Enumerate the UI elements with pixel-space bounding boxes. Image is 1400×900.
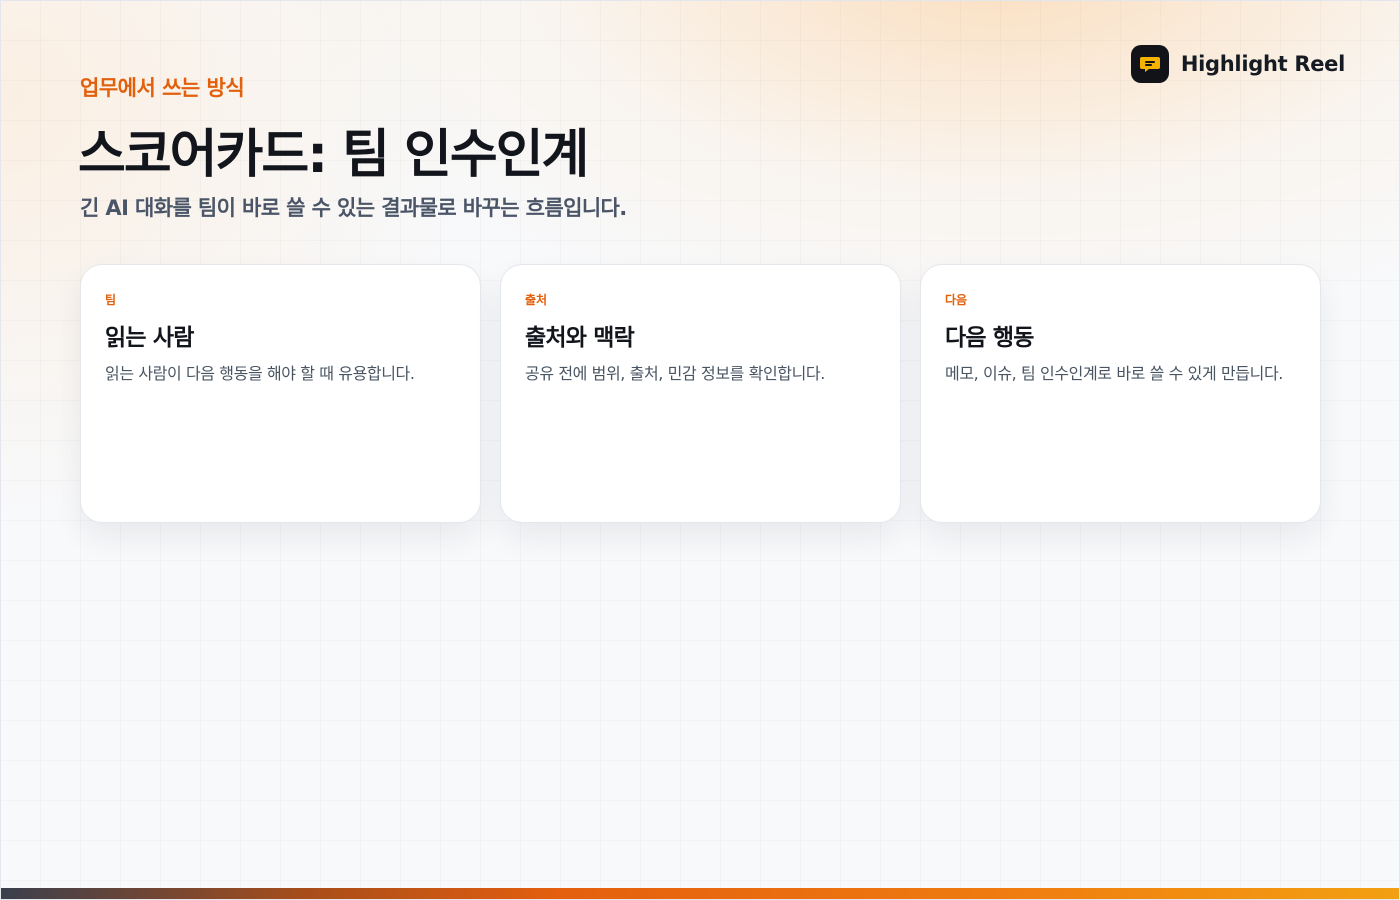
bottom-gradient-bar [0, 888, 1400, 900]
card-title: 다음 행동 [945, 325, 1034, 351]
page-title: 스코어카드: 팀 인수인계 [78, 125, 589, 185]
card-body: 읽는 사람이 다음 행동을 해야 할 때 유용합니다. [105, 364, 415, 383]
card-reader: 팀 읽는 사람 읽는 사람이 다음 행동을 해야 할 때 유용합니다. [80, 264, 481, 523]
card-tag: 다음 [945, 293, 968, 307]
card-source: 출처 출처와 맥락 공유 전에 범위, 출처, 민감 정보를 확인합니다. [500, 264, 901, 523]
card-title: 출처와 맥락 [525, 325, 635, 351]
page-subtitle: 긴 AI 대화를 팀이 바로 쓸 수 있는 결과물로 바꾸는 흐름입니다. [80, 196, 627, 220]
card-tag: 팀 [105, 293, 117, 307]
brand: Highlight Reel [1130, 45, 1345, 83]
card-next-action: 다음 다음 행동 메모, 이슈, 팀 인수인계로 바로 쓸 수 있게 만듭니다. [920, 264, 1321, 523]
card-row: 팀 읽는 사람 읽는 사람이 다음 행동을 해야 할 때 유용합니다. 출처 출… [80, 264, 1321, 523]
card-tag: 출처 [525, 293, 548, 307]
card-body: 메모, 이슈, 팀 인수인계로 바로 쓸 수 있게 만듭니다. [945, 364, 1283, 383]
section-eyebrow: 업무에서 쓰는 방식 [80, 76, 245, 100]
card-body: 공유 전에 범위, 출처, 민감 정보를 확인합니다. [525, 364, 825, 383]
speech-bubble-icon [1130, 45, 1169, 83]
card-title: 읽는 사람 [105, 325, 194, 351]
brand-name: Highlight Reel [1180, 52, 1345, 76]
